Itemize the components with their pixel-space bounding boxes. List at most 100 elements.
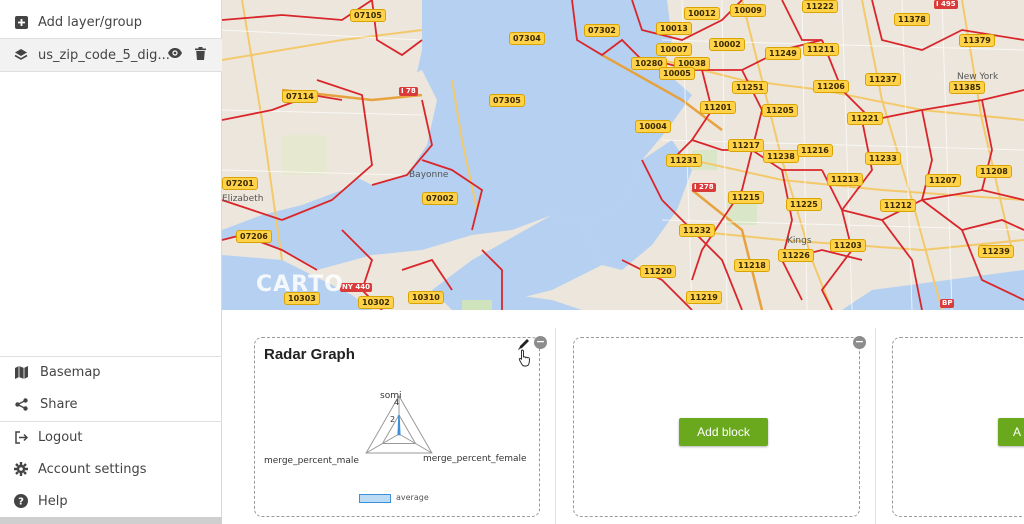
column-divider: [875, 328, 876, 524]
sidebar-item-help[interactable]: ? Help: [0, 485, 222, 517]
zip-label: 11217: [728, 139, 764, 152]
place-label: New York: [957, 72, 999, 82]
sidebar-item-basemap[interactable]: Basemap: [0, 356, 222, 388]
svg-text:?: ?: [18, 497, 24, 508]
zip-label: 11218: [734, 259, 770, 272]
zip-label: 11221: [847, 112, 883, 125]
blocks-panel: Radar Graph 4 2 somi merge_percent_male …: [222, 310, 1024, 524]
zip-label: 11225: [786, 198, 822, 211]
zip-label: 10013: [656, 22, 692, 35]
sidebar-scrollbar[interactable]: [0, 517, 222, 524]
logout-icon: [14, 431, 28, 445]
zip-label: 11213: [827, 173, 863, 186]
sidebar-item-account-settings[interactable]: Account settings: [0, 453, 222, 485]
zip-label: 10007: [656, 43, 692, 56]
zip-label: 07305: [489, 94, 525, 107]
zip-label: 11379: [959, 34, 995, 47]
zip-label: 10310: [408, 291, 444, 304]
road-shield: I 78: [399, 87, 418, 96]
zip-label: 11226: [778, 249, 814, 262]
radar-axis-label: merge_percent_male: [264, 456, 359, 466]
map-icon: [14, 366, 28, 380]
zip-label: 11232: [679, 224, 715, 237]
layer-item[interactable]: us_zip_code_5_dig...: [0, 38, 222, 72]
place-label: Elizabeth: [222, 194, 264, 204]
add-layer-button[interactable]: Add layer/group: [0, 8, 222, 36]
zip-label: 10009: [730, 4, 766, 17]
radar-tick-label: 2: [390, 415, 396, 424]
zip-label: 11231: [666, 154, 702, 167]
zip-label: 07304: [509, 32, 545, 45]
place-label: Kings: [787, 236, 812, 246]
zip-label: 10302: [358, 296, 394, 309]
zip-label: 10002: [709, 38, 745, 51]
help-icon: ?: [14, 494, 28, 508]
zip-label: 10004: [635, 120, 671, 133]
plus-square-icon: [14, 15, 28, 29]
road-shield: I 495: [934, 0, 958, 9]
zip-label: 11216: [797, 144, 833, 157]
road-shield: NY 440: [340, 283, 372, 292]
sidebar-item-label: Account settings: [38, 461, 147, 477]
zip-label: 11251: [732, 81, 768, 94]
map-view[interactable]: 07105 07304 07302 10013 10012 10009 1122…: [222, 0, 1024, 310]
empty-block: Add block −: [573, 336, 866, 517]
zip-label: 07206: [236, 230, 272, 243]
block-title: Radar Graph: [264, 346, 355, 363]
sidebar-item-label: Share: [40, 396, 78, 412]
place-label: Bayonne: [409, 170, 449, 180]
map-basemap: [222, 0, 1024, 310]
trash-icon[interactable]: [195, 46, 206, 64]
radar-axis-label: merge_percent_female: [423, 454, 527, 464]
radar-series-average: [397, 414, 401, 436]
sidebar-item-share[interactable]: Share: [0, 388, 222, 420]
zip-label: 11239: [978, 245, 1014, 258]
zip-label: 07002: [422, 192, 458, 205]
column-divider: [555, 328, 556, 524]
layer-name: us_zip_code_5_dig...: [38, 47, 170, 63]
remove-block-button[interactable]: −: [853, 336, 866, 349]
zip-label: 11378: [894, 13, 930, 26]
zip-label: 11237: [865, 73, 901, 86]
zip-label: 11233: [865, 152, 901, 165]
zip-label: 07201: [222, 177, 258, 190]
add-block-button[interactable]: Add block: [679, 418, 768, 446]
zip-label: 11201: [700, 101, 736, 114]
gear-icon: [14, 462, 28, 476]
share-icon: [14, 397, 28, 411]
zip-label: 11208: [976, 165, 1012, 178]
eye-icon[interactable]: [167, 47, 183, 63]
sidebar-item-label: Help: [38, 493, 68, 509]
add-layer-label: Add layer/group: [38, 14, 143, 30]
zip-label: 11219: [686, 291, 722, 304]
sidebar: Add layer/group us_zip_code_5_dig... Bas…: [0, 0, 222, 524]
road-shield: BP: [940, 299, 955, 308]
sidebar-item-label: Basemap: [40, 365, 101, 380]
sidebar-item-label: Logout: [38, 430, 83, 445]
add-block-button[interactable]: A: [998, 418, 1024, 446]
zip-label: 11203: [830, 239, 866, 252]
zip-label: 07105: [350, 9, 386, 22]
zip-label: 11215: [728, 191, 764, 204]
zip-label: 11238: [763, 150, 799, 163]
remove-block-button[interactable]: −: [534, 336, 547, 349]
zip-label: 10012: [684, 7, 720, 20]
zip-label: 11205: [762, 104, 798, 117]
zip-label: 07302: [584, 24, 620, 37]
map-watermark: CARTO: [256, 272, 344, 297]
zip-label: 11207: [925, 174, 961, 187]
zip-label: 11249: [765, 47, 801, 60]
sidebar-item-logout[interactable]: Logout: [0, 421, 222, 453]
layer-actions: [167, 46, 206, 64]
zip-label: 07114: [282, 90, 318, 103]
radar-axis-label: somi: [380, 391, 402, 401]
road-shield: I 278: [692, 183, 716, 192]
cursor-icon: [518, 349, 532, 371]
layers-icon: [14, 48, 28, 62]
empty-block: A: [892, 337, 1024, 517]
radar-graph-block: Radar Graph 4 2 somi merge_percent_male …: [254, 336, 547, 517]
zip-label: 11385: [949, 81, 985, 94]
zip-label: 11222: [802, 0, 838, 13]
zip-label: 11211: [803, 43, 839, 56]
legend-label: average: [396, 493, 429, 502]
